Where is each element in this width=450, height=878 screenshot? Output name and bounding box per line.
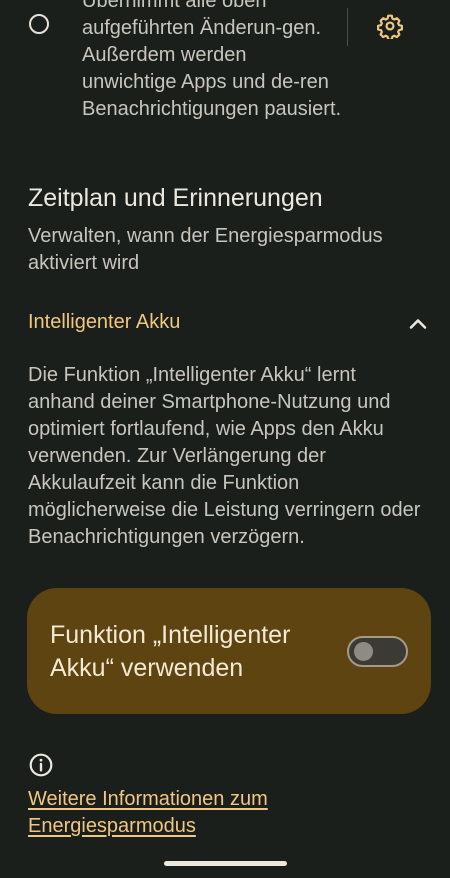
gear-icon[interactable]	[377, 13, 403, 39]
learn-more-link[interactable]: Weitere Informationen zum Energiesparmod…	[28, 786, 348, 840]
schedule-title: Zeitplan und Erinnerungen	[28, 184, 323, 212]
smart-battery-description: Die Funktion „Intelligenter Akku“ lernt …	[28, 364, 421, 548]
smart-battery-title: Intelligenter Akku	[28, 311, 181, 333]
chevron-up-icon[interactable]	[404, 310, 432, 338]
switch-knob	[354, 642, 373, 661]
smart-battery-expander[interactable]: Intelligenter Akku	[0, 296, 450, 352]
smart-battery-toggle-card[interactable]: Funktion „Intelligenter Akku“ verwenden	[27, 588, 431, 714]
vertical-divider	[347, 8, 348, 46]
info-icon	[29, 753, 53, 777]
radio-button[interactable]	[29, 14, 49, 34]
smart-battery-switch[interactable]	[347, 636, 408, 667]
option-description: Übernimmt alle oben aufgeführten Änderun…	[82, 0, 342, 120]
home-indicator[interactable]	[164, 861, 287, 866]
schedule-subtitle: Verwalten, wann der Energiesparmodus akt…	[28, 225, 383, 274]
extreme-saver-option[interactable]: Übernimmt alle oben aufgeführten Änderun…	[0, 0, 450, 150]
toggle-label: Funktion „Intelligenter Akku“ verwenden	[50, 621, 291, 682]
